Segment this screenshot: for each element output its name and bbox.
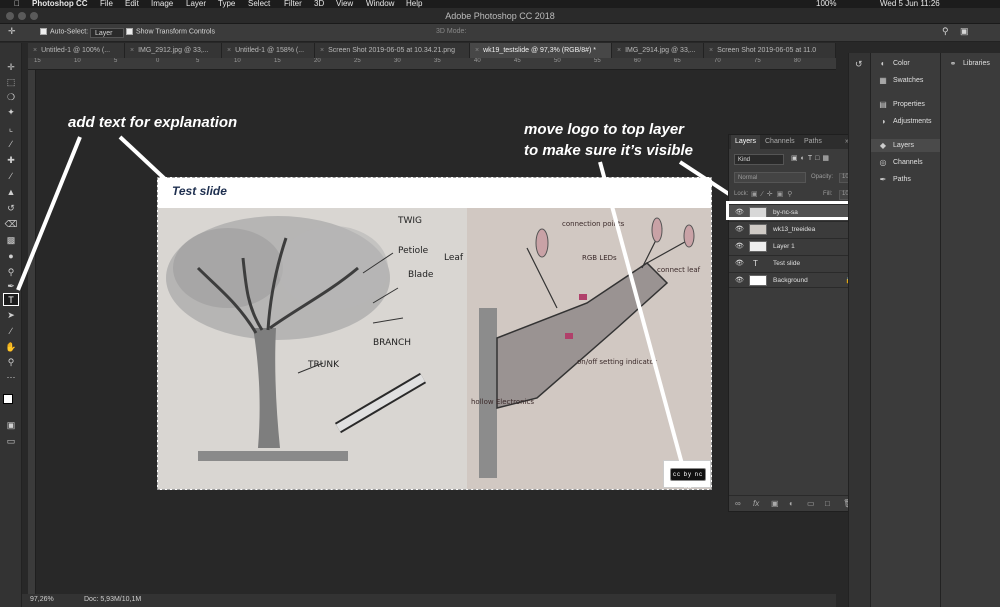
arrow-to-slide-title [118,135,168,182]
layer-thumbnail [749,241,767,252]
dock-label: Properties [893,101,925,108]
tab-channels[interactable]: Channels [765,138,795,145]
panel-dock: ◐ Color ▦ Swatches ▤ Properties ◑ Adjustment… [870,53,941,607]
opacity-label: Opacity: [811,174,834,180]
color-icon: ◐ [880,59,886,68]
adjustment-layer-icon[interactable]: ◐ [789,499,794,508]
tab-paths[interactable]: Paths [804,138,822,145]
libraries-icon: ⚭ [949,59,957,68]
history-dock: ↺ [848,53,870,607]
filter-kind-dropdown[interactable]: Kind [734,154,784,165]
arrow-to-layer [678,160,737,200]
layer-name: wk13_treeidea [773,226,816,233]
blend-mode-dropdown[interactable]: Normal [734,172,806,183]
dock-label: Channels [893,159,923,166]
link-layers-icon[interactable]: ∞ [735,499,741,508]
dock-label: Paths [893,176,911,183]
annotation-move-logo-line2: to make sure it’s visible [524,142,693,159]
dock-color[interactable]: ◐ Color [871,57,941,70]
lock-options-icons[interactable]: ▣∕✛▣⚲ [751,190,796,198]
lock-label: Lock: [734,191,749,197]
dock-channels[interactable]: ◎ Channels [871,156,941,169]
fill-label: Fill: [823,191,833,197]
layer-name: Background [773,277,808,284]
layer-thumbnail [749,224,767,235]
libraries-dock: ⚭ Libraries [940,53,1000,607]
new-group-icon[interactable]: ▭ [807,499,815,508]
dock-paths[interactable]: ✒ Paths [871,173,941,186]
layer-filter-icons[interactable]: ▣◐T□▦ [791,154,832,162]
blend-mode-label: Normal [738,175,758,181]
layer-style-icon[interactable]: fx [753,499,759,508]
dock-properties[interactable]: ▤ Properties [871,98,941,111]
history-icon[interactable]: ↺ [855,59,863,70]
dock-layers[interactable]: ◆ Layers [871,139,941,152]
visibility-eye-icon[interactable]: 👁 [735,259,744,267]
tab-layers[interactable]: Layers [731,135,761,149]
visibility-eye-icon[interactable]: 👁 [735,242,744,250]
filter-kind-label: Kind [738,157,751,163]
photoshop-window:  Photoshop CC File Edit Image Layer Typ… [0,0,1000,607]
dock-label: Libraries [963,60,990,67]
dock-label: Adjustments [893,118,932,125]
layer-name: Test slide [773,260,801,267]
layer-name: Layer 1 [773,243,795,250]
paths-icon: ✒ [879,175,887,184]
annotation-add-text: add text for explanation [68,114,238,131]
layers-icon: ◆ [879,141,887,150]
dock-label: Layers [893,142,915,149]
channels-icon: ◎ [879,158,887,167]
new-layer-icon[interactable]: □ [825,499,830,508]
dock-adjustments[interactable]: ◑ Adjustments [871,115,941,128]
visibility-eye-icon[interactable]: 👁 [735,225,744,233]
visibility-eye-icon[interactable]: 👁 [735,276,744,284]
swatches-icon: ▦ [879,76,887,85]
adjustments-icon: ◑ [880,117,886,126]
dock-label: Swatches [893,77,924,84]
properties-icon: ▤ [879,100,887,109]
layer-thumbnail [749,275,767,286]
dock-libraries[interactable]: ⚭ Libraries [941,57,1000,70]
annotation-move-logo-line1: move logo to top layer [524,121,685,138]
add-mask-icon[interactable]: ▣ [771,499,779,508]
text-layer-icon: T [753,259,758,268]
arrow-to-cc-logo [598,161,684,465]
arrow-to-type-tool [16,136,82,291]
dock-label: Color [893,60,910,67]
dock-swatches[interactable]: ▦ Swatches [871,74,941,87]
